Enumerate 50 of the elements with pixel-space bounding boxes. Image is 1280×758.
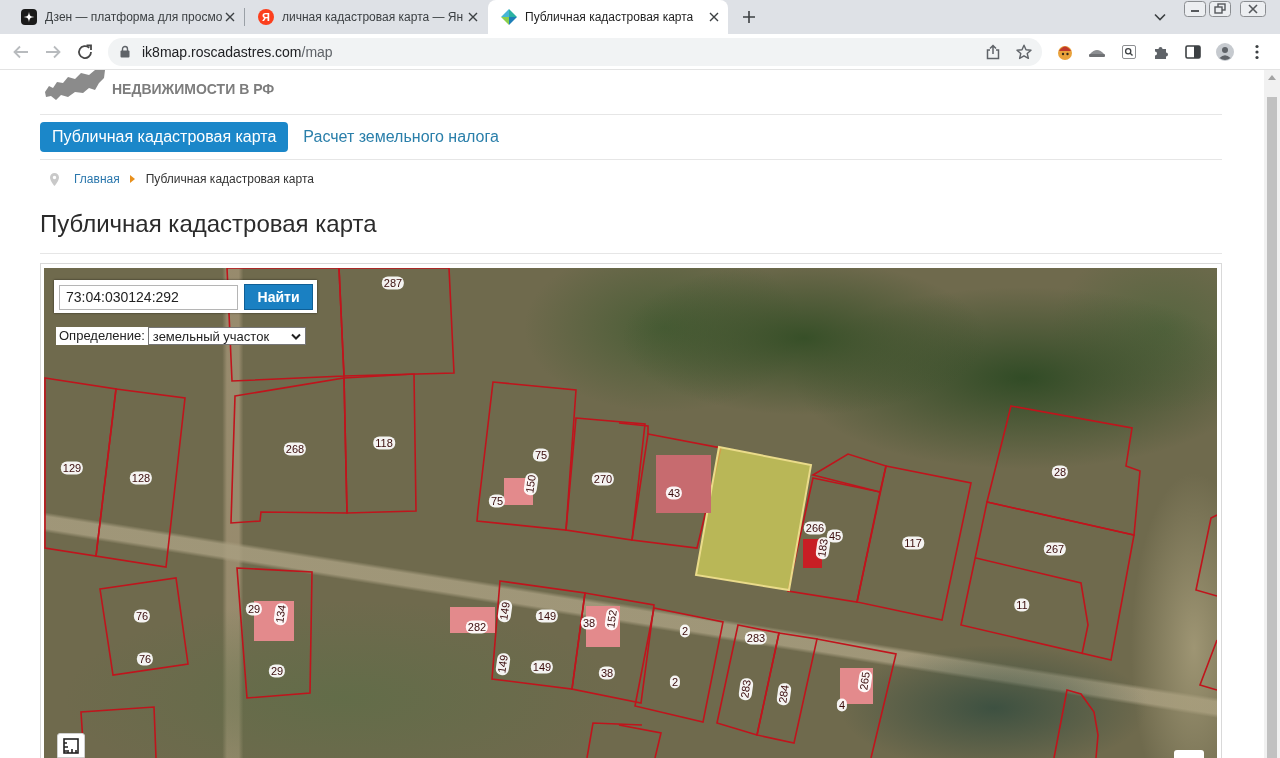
close-icon[interactable]	[1240, 1, 1266, 17]
parcel-number: 2	[679, 624, 691, 638]
browser-tab[interactable]: Дзен — платформа для просмо	[8, 0, 244, 34]
side-panel-icon[interactable]	[1184, 42, 1202, 61]
sparkle-tile-icon	[21, 9, 37, 25]
building-footprint	[656, 455, 711, 513]
location-pin-icon	[50, 172, 59, 186]
parcel-number: 4	[836, 698, 848, 712]
parcel-outline	[1053, 689, 1099, 758]
share-icon[interactable]	[985, 43, 1001, 60]
find-button[interactable]: Найти	[244, 284, 313, 310]
close-icon[interactable]	[225, 12, 235, 22]
site-icon: Я	[258, 9, 274, 25]
nav-tab[interactable]: Публичная кадастровая карта	[40, 122, 289, 152]
plus-icon[interactable]	[742, 10, 756, 24]
caret-right-icon	[129, 175, 135, 183]
close-icon[interactable]	[709, 12, 719, 22]
search-box-icon[interactable]	[1120, 42, 1138, 61]
close-icon[interactable]	[468, 12, 478, 22]
parcel-number: 117	[902, 536, 924, 550]
definition-label: Определение:	[56, 327, 148, 345]
restore-icon[interactable]	[1209, 1, 1231, 17]
page-title: Публичная кадастровая карта	[40, 209, 378, 239]
search-field[interactable]: 73:04:030124:292	[59, 284, 238, 310]
pinwheel-icon	[501, 9, 517, 25]
breadcrumb-link[interactable]: Главная	[74, 172, 120, 186]
browser-tab[interactable]: Публичная кадастровая карта	[488, 0, 728, 34]
building-footprint	[450, 607, 495, 633]
address-bar[interactable]: ik8map.roscadastres.com/map	[108, 37, 1042, 66]
scrollbar-thumb[interactable]	[1267, 97, 1277, 758]
measure-button[interactable]	[57, 733, 85, 758]
nav-tab[interactable]: Расчет земельного налога	[303, 122, 499, 152]
lock-icon	[120, 45, 130, 58]
more-icon[interactable]	[1255, 43, 1259, 60]
url-text: ik8map.roscadastres.com/map	[142, 43, 333, 60]
chevron-down-icon	[290, 332, 301, 340]
ruler-icon	[63, 737, 79, 754]
breadcrumb-current: Публичная кадастровая карта	[145, 172, 314, 186]
browser-tab[interactable]: Я личная кадастровая карта — Ян	[245, 0, 487, 34]
parcel-number: 2	[669, 675, 681, 689]
definition-select[interactable]: земельный участок	[147, 327, 306, 345]
minimize-icon[interactable]	[1184, 1, 1206, 17]
profile-icon[interactable]	[1216, 42, 1234, 61]
parcel-number: 118	[373, 436, 395, 450]
star-icon[interactable]	[1016, 43, 1032, 60]
reload-icon[interactable]	[76, 42, 94, 61]
logo-text: НЕДВИЖИМОСТИ В РФ	[112, 81, 275, 97]
logo-icon	[45, 70, 105, 100]
parcel-outline	[1198, 639, 1217, 691]
chevron-down-icon[interactable]	[1154, 13, 1166, 21]
